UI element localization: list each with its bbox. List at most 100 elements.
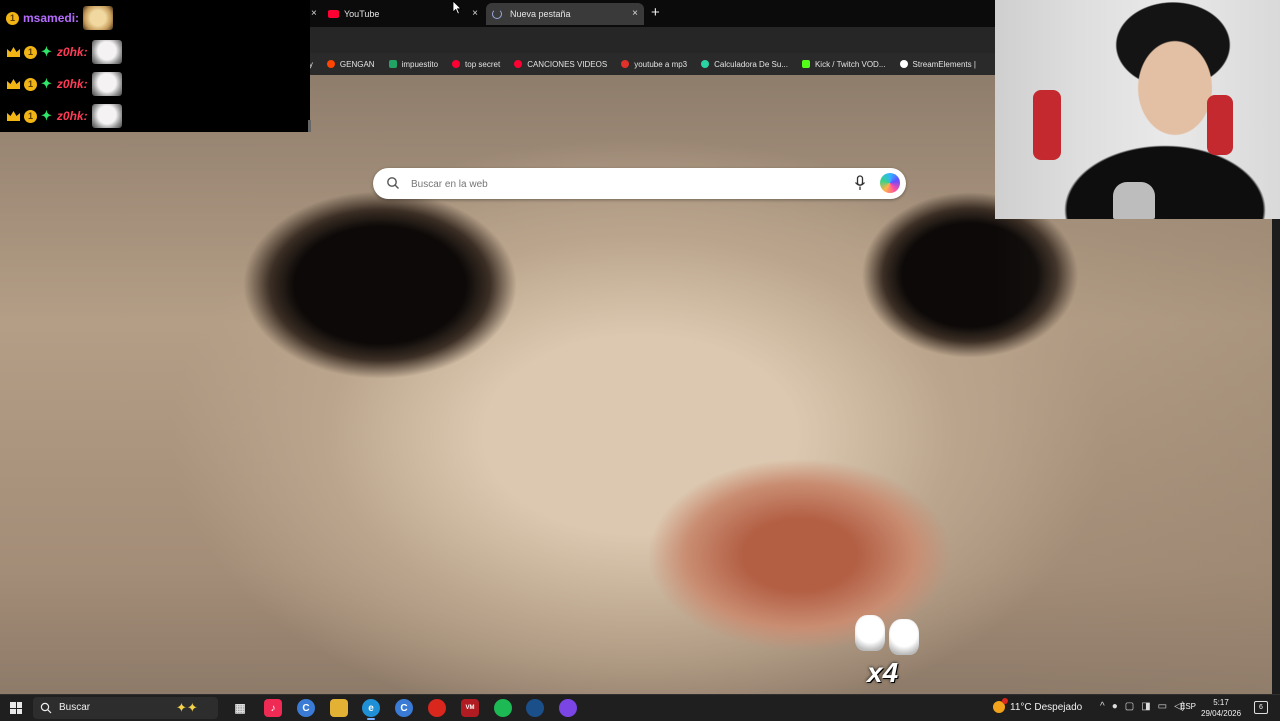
web-search-box[interactable] [373,168,906,199]
clock-time: 5:17 [1213,698,1229,707]
cloud-icon [621,60,630,68]
taskbar-search[interactable]: Buscar ✦✦ [33,697,218,719]
microphone-icon[interactable]: ● [1112,701,1118,712]
spotify-icon[interactable] [494,699,512,717]
streamelements-icon [899,60,908,68]
system-tray: ^ ● ▢ ◨ ▭ ◁) [1100,701,1185,712]
bookmark-label: StreamElements | [912,59,976,69]
bookmark-label: impuestito [401,59,439,69]
bookmark-youtube-a-mp3[interactable]: youtube a mp3 [621,60,687,69]
edge-icon[interactable]: C [297,699,315,717]
loading-icon [492,9,502,19]
mouse-cursor-icon [452,0,462,15]
edge-icon[interactable]: C [395,699,413,717]
chat-message: 1 ✦ z0hk: [6,40,122,64]
chair [1207,95,1233,155]
sheets-icon [388,60,397,68]
battery-icon[interactable]: ▭ [1158,701,1167,712]
start-button[interactable] [10,702,22,714]
clock-date: 29/04/2026 [1201,709,1242,718]
crown-icon [7,111,20,121]
sparkle-icon: ✦ [41,44,52,59]
chat-username: z0hk: [56,45,88,59]
weather-sun-icon [993,698,1008,713]
cat-sticker [855,615,885,651]
chair [1033,90,1061,160]
search-icon [387,177,399,189]
tray-app-icon[interactable]: ▢ [1125,701,1134,712]
taskbar: Buscar ✦✦ ▦ ♪ C e C VM 11°C Despejado ^ … [0,694,1280,721]
microphone-icon[interactable] [854,175,866,191]
chat-scrollbar [308,120,311,132]
chat-message: 1 msamedi: [6,6,114,30]
bookmark-label: Calculadora De Su... [714,59,788,69]
emote-image [91,40,122,64]
steam-icon[interactable] [526,699,544,717]
tiktok-icon[interactable]: ♪ [264,699,282,717]
youtube-icon [328,10,339,18]
bookmark-label: CANCIONES VIDEOS [527,59,608,69]
crown-icon [7,47,20,57]
webcam-feed [995,0,1280,219]
tab-new-tab[interactable]: Nueva pestaña × [486,3,644,25]
copilot-icon[interactable] [880,173,900,193]
new-tab-button[interactable]: + [651,4,660,21]
chat-message: 1 ✦ z0hk: [6,104,122,128]
bookmark-kick-twitch-vod[interactable]: Kick / Twitch VOD... [801,59,886,69]
clock[interactable]: 5:17 29/04/2026 [1201,697,1241,719]
tab-close-button[interactable]: × [311,8,317,19]
notifications-icon[interactable]: 6 [1254,701,1268,714]
reddit-icon [326,60,335,68]
taskbar-search-label: Buscar [59,702,91,713]
chat-username: msamedi: [23,11,80,25]
coin-badge: 1 [24,45,37,59]
stream-chat-overlay: 1 msamedi: 1 ✦ z0hk: 1 ✦ z0hk: 1 ✦ z0hk: [0,0,311,132]
folder-icon[interactable] [330,699,348,717]
cat-sticker [889,619,919,655]
microphone [1113,182,1155,219]
bookmark-calculadora[interactable]: Calculadora De Su... [701,60,788,69]
discord-icon[interactable] [559,699,577,717]
bookmark-canciones-videos[interactable]: CANCIONES VIDEOS [514,60,607,69]
emote-image [91,104,122,128]
bookmark-label: Kick / Twitch VOD... [814,59,886,69]
bookmark-label: youtube a mp3 [634,59,688,69]
scrollbar-area [1272,219,1280,694]
calculator-icon [701,60,710,68]
bookmark-streamelements[interactable]: StreamElements | [899,59,976,69]
sparkle-icon: ✦ [41,108,52,123]
coin-badge: 1 [6,11,19,25]
gift-alert: x4 [853,605,925,691]
search-input[interactable] [409,174,833,194]
chat-username: z0hk: [56,109,88,123]
tab-label: Nueva pestaña [510,9,571,19]
weather-text: 11°C Despejado [1010,701,1083,713]
bookmark-gengan[interactable]: GENGAN [326,60,375,69]
language-indicator[interactable]: ESP [1180,702,1196,711]
tab-close-button[interactable]: × [632,8,638,19]
youtube-icon [514,60,523,68]
youtube-icon [452,60,461,68]
gift-multiplier: x4 [867,657,899,688]
emote-image [91,72,122,96]
tab-label: YouTube [344,9,380,19]
voicemeeter-icon[interactable]: VM [461,699,479,717]
coin-badge: 1 [24,77,37,91]
coin-badge: 1 [24,109,37,123]
edge-icon[interactable]: e [362,699,380,720]
crown-icon [7,79,20,89]
bookmark-impuestito[interactable]: impuestito [388,59,439,69]
weather-widget[interactable]: 11°C Despejado [993,698,1083,713]
search-icon [40,702,52,714]
chat-message: 1 ✦ z0hk: [6,72,122,96]
chevron-up-icon[interactable]: ^ [1100,701,1105,712]
tab-close-button[interactable]: × [472,8,478,19]
bookmark-top-secret[interactable]: top secret [452,60,500,69]
kick-icon [801,60,810,68]
network-icon[interactable]: ◨ [1141,701,1150,712]
app-icon[interactable] [428,699,446,717]
task-view-icon[interactable]: ▦ [231,699,249,717]
sparkle-icon: ✦✦ [176,700,198,715]
emote-image [83,6,114,30]
background-cat-image-edge [995,219,1272,694]
